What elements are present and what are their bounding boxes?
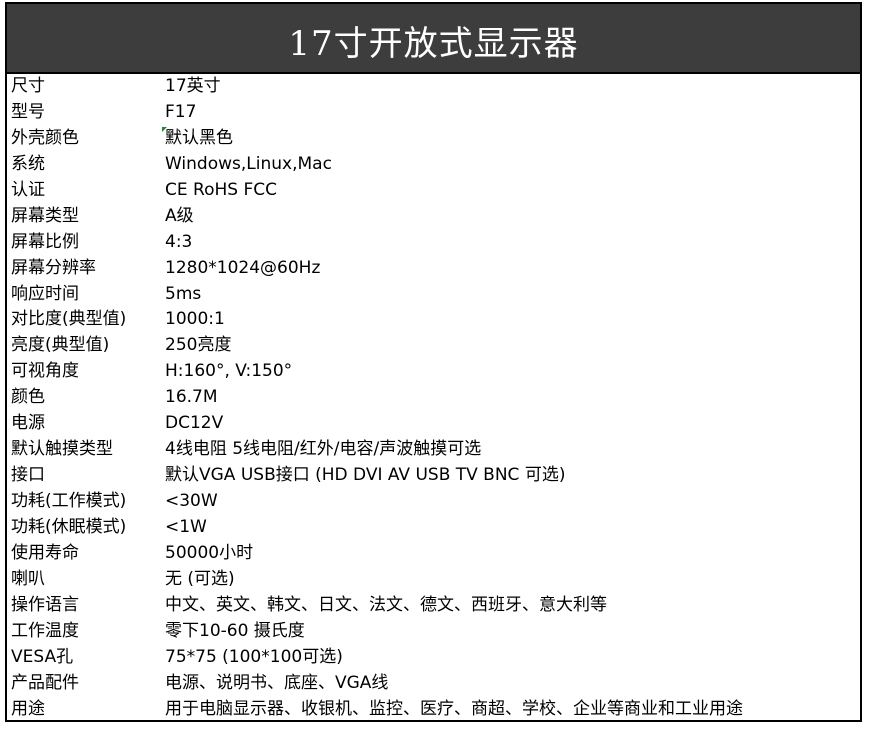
spec-label: 尺寸 bbox=[11, 76, 45, 96]
spec-label: 使用寿命 bbox=[11, 542, 79, 563]
spec-value: 中文、英文、韩文、日文、法文、德文、西班牙、意大利等 bbox=[165, 594, 607, 615]
spec-row-response-time: 响应时间 5ms bbox=[7, 282, 860, 308]
spec-row-housing-color: 外壳颜色 默认黑色 bbox=[7, 126, 860, 152]
spec-value: CE RoHS FCC bbox=[165, 179, 277, 200]
spec-value: A级 bbox=[165, 205, 194, 226]
spec-row-languages: 操作语言 中文、英文、韩文、日文、法文、德文、西班牙、意大利等 bbox=[7, 593, 860, 619]
spec-row-operating-temp: 工作温度 零下10-60 摄氏度 bbox=[7, 619, 860, 645]
spec-value: 1000:1 bbox=[165, 309, 225, 330]
title-bar: 17寸开放式显示器 bbox=[7, 4, 860, 74]
spec-row-model: 型号 F17 bbox=[7, 100, 860, 126]
spec-value: 默认黑色 bbox=[165, 127, 233, 148]
spec-label: 可视角度 bbox=[11, 361, 79, 382]
spec-value: 16.7M bbox=[165, 387, 218, 408]
spec-label: 接口 bbox=[11, 465, 45, 486]
spec-label: 响应时间 bbox=[11, 283, 79, 304]
spec-value: F17 bbox=[165, 101, 197, 122]
spec-value: 17英寸 bbox=[165, 76, 221, 96]
spec-row-lifespan: 使用寿命 50000小时 bbox=[7, 541, 860, 567]
spec-label: VESA孔 bbox=[11, 646, 74, 667]
spec-value: <30W bbox=[165, 491, 218, 511]
spec-value: H:160°, V:150° bbox=[165, 361, 293, 382]
spec-row-accessories: 产品配件 电源、说明书、底座、VGA线 bbox=[7, 671, 860, 697]
spec-row-aspect-ratio: 屏幕比例 4:3 bbox=[7, 230, 860, 256]
spec-label: 电源 bbox=[11, 413, 45, 434]
spec-table: 尺寸 17英寸 型号 F17 外壳颜色 默认黑色 系统 Windows,Linu… bbox=[7, 74, 860, 720]
spec-value: 250亮度 bbox=[165, 335, 232, 356]
spec-label: 默认触摸类型 bbox=[11, 439, 113, 460]
spec-label: 喇叭 bbox=[11, 568, 45, 589]
spec-label: 工作温度 bbox=[11, 620, 79, 641]
spec-row-system: 系统 Windows,Linux,Mac bbox=[7, 152, 860, 178]
spec-label: 认证 bbox=[11, 179, 45, 200]
spec-label: 屏幕分辨率 bbox=[11, 257, 96, 278]
spec-label: 对比度(典型值) bbox=[11, 309, 127, 330]
spec-label: 用途 bbox=[11, 698, 45, 719]
spec-row-colors: 颜色 16.7M bbox=[7, 385, 860, 411]
spec-value: DC12V bbox=[165, 413, 224, 434]
spec-label: 系统 bbox=[11, 153, 45, 174]
spec-row-resolution: 屏幕分辨率 1280*1024@60Hz bbox=[7, 256, 860, 282]
spec-value: 50000小时 bbox=[165, 542, 254, 563]
spec-value: 5ms bbox=[165, 283, 202, 304]
spec-row-power-sleep: 功耗(休眠模式) <1W bbox=[7, 515, 860, 541]
spec-value: <1W bbox=[165, 516, 207, 537]
spec-row-brightness: 亮度(典型值) 250亮度 bbox=[7, 333, 860, 359]
spec-value: 零下10-60 摄氏度 bbox=[165, 620, 305, 641]
spec-row-vesa: VESA孔 75*75 (100*100可选) bbox=[7, 645, 860, 671]
spec-value: Windows,Linux,Mac bbox=[165, 153, 332, 174]
spec-value: 用于电脑显示器、收银机、监控、医疗、商超、学校、企业等商业和工业用途 bbox=[165, 698, 743, 719]
spec-row-power-supply: 电源 DC12V bbox=[7, 411, 860, 437]
spec-value: 4:3 bbox=[165, 231, 193, 252]
spec-label: 功耗(休眠模式) bbox=[11, 516, 127, 537]
spec-value: 1280*1024@60Hz bbox=[165, 257, 321, 278]
spec-row-interface: 接口 默认VGA USB接口 (HD DVI AV USB TV BNC 可选) bbox=[7, 463, 860, 489]
spec-row-power-working: 功耗(工作模式) <30W bbox=[7, 489, 860, 515]
spec-label: 功耗(工作模式) bbox=[11, 491, 127, 511]
spec-row-size: 尺寸 17英寸 bbox=[7, 74, 860, 100]
spec-row-contrast: 对比度(典型值) 1000:1 bbox=[7, 307, 860, 333]
spec-label: 屏幕比例 bbox=[11, 231, 79, 252]
spec-label: 亮度(典型值) bbox=[11, 335, 110, 356]
spec-value: 75*75 (100*100可选) bbox=[165, 646, 343, 667]
spec-row-touch-type: 默认触摸类型 4线电阻 5线电阻/红外/电容/声波触摸可选 bbox=[7, 437, 860, 463]
spec-row-usage: 用途 用于电脑显示器、收银机、监控、医疗、商超、学校、企业等商业和工业用途 bbox=[7, 697, 860, 723]
spec-sheet: 17寸开放式显示器 尺寸 17英寸 型号 F17 外壳颜色 默认黑色 系统 Wi… bbox=[5, 2, 862, 722]
spec-row-screen-type: 屏幕类型 A级 bbox=[7, 204, 860, 230]
spec-label: 操作语言 bbox=[11, 594, 79, 615]
spec-row-speaker: 喇叭 无 (可选) bbox=[7, 567, 860, 593]
spec-label: 颜色 bbox=[11, 387, 45, 408]
spec-value: 无 (可选) bbox=[165, 568, 235, 589]
spec-label: 型号 bbox=[11, 101, 45, 122]
page-title: 17寸开放式显示器 bbox=[288, 23, 579, 64]
spec-value: 电源、说明书、底座、VGA线 bbox=[165, 672, 389, 693]
spec-value: 默认VGA USB接口 (HD DVI AV USB TV BNC 可选) bbox=[165, 465, 566, 486]
spec-label: 屏幕类型 bbox=[11, 205, 79, 226]
spec-row-certification: 认证 CE RoHS FCC bbox=[7, 178, 860, 204]
spec-row-viewing-angle: 可视角度 H:160°, V:150° bbox=[7, 359, 860, 385]
spec-label: 外壳颜色 bbox=[11, 127, 79, 148]
spec-label: 产品配件 bbox=[11, 672, 79, 693]
spec-value: 4线电阻 5线电阻/红外/电容/声波触摸可选 bbox=[165, 439, 482, 460]
